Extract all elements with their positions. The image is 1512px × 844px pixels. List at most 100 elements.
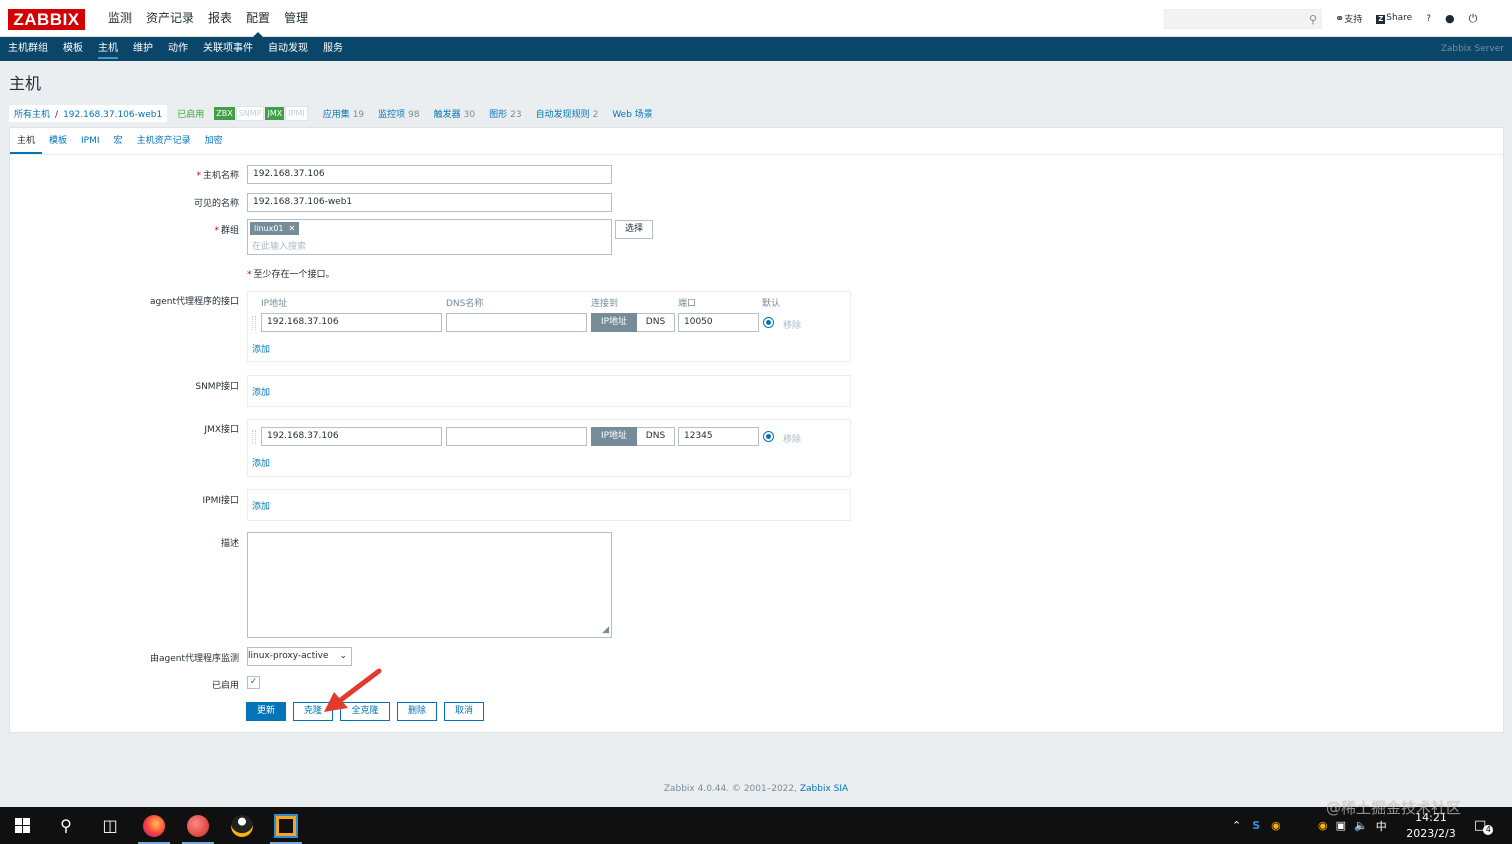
tab-macros[interactable]: 宏 — [107, 128, 130, 154]
share-link[interactable]: Z Share — [1376, 13, 1412, 24]
groups-label: * 群组 — [214, 226, 239, 236]
group-search-placeholder[interactable]: 在此输入搜索 — [252, 239, 306, 252]
host-status[interactable]: 已启用 — [177, 107, 204, 120]
agent-ip-input[interactable]: 192.168.37.106 — [261, 313, 442, 332]
drag-handle-icon[interactable] — [252, 316, 256, 330]
groups-multiselect[interactable]: linux01 ✕ 在此输入搜索 — [247, 219, 612, 255]
proxy-select[interactable]: linux-proxy-active ⌄ — [247, 647, 352, 666]
tray-app-icon[interactable]: ◉ — [1271, 819, 1281, 832]
agent-port-input[interactable]: 10050 — [678, 313, 759, 332]
sub-nav-discovery[interactable]: 自动发现 — [268, 37, 308, 61]
main-nav-inventory[interactable]: 资产记录 — [139, 0, 201, 37]
update-button[interactable]: 更新 — [246, 702, 286, 721]
qq-tray-icon[interactable]: ◉ — [1318, 819, 1328, 832]
form-tabs: 主机 模板 IPMI 宏 主机资产记录 加密 — [10, 128, 230, 154]
host-name-input[interactable]: 192.168.37.106 — [247, 165, 612, 184]
sign-out-icon[interactable]: ⏻ — [1469, 12, 1478, 26]
windows-icon — [14, 818, 30, 833]
search-icon[interactable]: ⚲ — [1309, 13, 1317, 26]
support-link[interactable]: ⚭支持 — [1335, 12, 1362, 25]
tab-templates[interactable]: 模板 — [42, 128, 74, 154]
snmp-interface-box — [247, 375, 851, 407]
task-view-icon[interactable]: ◫ — [88, 807, 132, 844]
sogou-ime-icon[interactable]: S — [1252, 819, 1260, 832]
top-links: ⚭支持 Z Share ? ● ⏻ — [1335, 0, 1477, 37]
tab-ipmi[interactable]: IPMI — [74, 128, 107, 154]
stat-web-scenarios[interactable]: Web 场景 — [612, 107, 652, 120]
footer-company-link[interactable]: Zabbix SIA — [800, 784, 848, 794]
jmx-connect-dns[interactable]: DNS — [637, 427, 675, 446]
sub-nav-maintenance[interactable]: 维护 — [133, 37, 153, 61]
tab-inventory[interactable]: 主机资产记录 — [130, 128, 198, 154]
sub-nav-host-groups[interactable]: 主机群组 — [8, 37, 48, 61]
ime-indicator[interactable]: 中 — [1376, 818, 1387, 834]
tab-encryption[interactable]: 加密 — [198, 128, 230, 154]
agent-remove-link[interactable]: 移除 — [783, 318, 801, 331]
cancel-button[interactable]: 取消 — [444, 702, 484, 721]
ipmi-interface-box — [247, 489, 851, 521]
sub-nav-services[interactable]: 服务 — [323, 37, 343, 61]
proxy-label: 由agent代理程序监测 — [150, 654, 239, 664]
jmx-port-input[interactable]: 12345 — [678, 427, 759, 446]
stat-discovery-rules[interactable]: 自动发现规则 2 — [536, 107, 599, 120]
remove-tag-icon[interactable]: ✕ — [289, 224, 296, 233]
main-nav-reports[interactable]: 报表 — [201, 0, 239, 37]
stat-graphs[interactable]: 图形 23 — [489, 107, 521, 120]
network-icon[interactable]: ▣ — [1336, 819, 1346, 832]
firefox-icon[interactable] — [132, 807, 176, 844]
agent-connect-dns[interactable]: DNS — [637, 313, 675, 332]
main-nav-configuration[interactable]: 配置 — [239, 0, 277, 37]
start-button[interactable] — [0, 807, 44, 844]
agent-add-link[interactable]: 添加 — [252, 342, 270, 355]
enabled-checkbox[interactable]: ✓ — [247, 676, 260, 689]
visible-name-input[interactable]: 192.168.37.106-web1 — [247, 193, 612, 212]
col-ip: IP地址 — [261, 299, 288, 309]
sub-nav-hosts[interactable]: 主机 — [98, 37, 118, 61]
group-tag: linux01 ✕ — [250, 222, 300, 235]
col-port: 端口 — [678, 299, 697, 309]
sub-nav-event-correlation[interactable]: 关联项事件 — [203, 37, 253, 61]
jmx-dns-input[interactable] — [446, 427, 587, 446]
stat-triggers[interactable]: 触发器 30 — [434, 107, 475, 120]
help-link[interactable]: ? — [1426, 14, 1431, 24]
ipmi-add-link[interactable]: 添加 — [252, 499, 270, 512]
notification-center-icon[interactable]: □ 4 — [1474, 807, 1494, 844]
jmx-default-radio[interactable] — [763, 431, 774, 442]
agent-default-radio[interactable] — [763, 317, 774, 328]
agent-connect-ip[interactable]: IP地址 — [591, 313, 637, 332]
snmp-add-link[interactable]: 添加 — [252, 385, 270, 398]
chevron-down-icon: ⌄ — [339, 651, 347, 661]
vmware-icon[interactable] — [264, 807, 308, 844]
jmx-add-link[interactable]: 添加 — [252, 456, 270, 469]
delete-button[interactable]: 删除 — [397, 702, 437, 721]
breadcrumb-current-host[interactable]: 192.168.37.106-web1 — [63, 110, 162, 120]
col-dns: DNS名称 — [446, 299, 484, 309]
volume-muted-icon[interactable]: 🔈 — [1354, 819, 1368, 832]
check-icon: ✓ — [249, 677, 258, 687]
stat-applications[interactable]: 应用集 19 — [323, 107, 364, 120]
main-nav-administration[interactable]: 管理 — [277, 0, 315, 37]
tray-expand-icon[interactable]: ⌃ — [1232, 819, 1241, 832]
main-nav-monitoring[interactable]: 监测 — [101, 0, 139, 37]
sub-nav-templates[interactable]: 模板 — [63, 37, 83, 61]
zabbix-logo[interactable]: ZABBIX — [8, 9, 85, 30]
jmx-ip-input[interactable]: 192.168.37.106 — [261, 427, 442, 446]
jmx-connect-ip[interactable]: IP地址 — [591, 427, 637, 446]
browser-app-icon[interactable] — [176, 807, 220, 844]
tabs-divider — [10, 154, 1503, 155]
sub-nav-actions[interactable]: 动作 — [168, 37, 188, 61]
search-input[interactable]: ⚲ — [1164, 9, 1322, 29]
stat-items[interactable]: 监控项 98 — [378, 107, 419, 120]
select-groups-button[interactable]: 选择 — [615, 220, 653, 239]
qq-icon[interactable] — [220, 807, 264, 844]
drag-handle-icon[interactable] — [252, 430, 256, 444]
search-taskbar-icon[interactable]: ⚲ — [44, 807, 88, 844]
resize-grip-icon[interactable]: ◢ — [602, 625, 609, 635]
jmx-remove-link[interactable]: 移除 — [783, 432, 801, 445]
share-icon: Z — [1376, 15, 1386, 24]
tab-host[interactable]: 主机 — [10, 128, 43, 154]
breadcrumb-all-hosts[interactable]: 所有主机 — [14, 110, 50, 120]
user-profile-icon[interactable]: ● — [1445, 12, 1455, 25]
description-textarea[interactable]: ◢ — [247, 532, 612, 638]
agent-dns-input[interactable] — [446, 313, 587, 332]
